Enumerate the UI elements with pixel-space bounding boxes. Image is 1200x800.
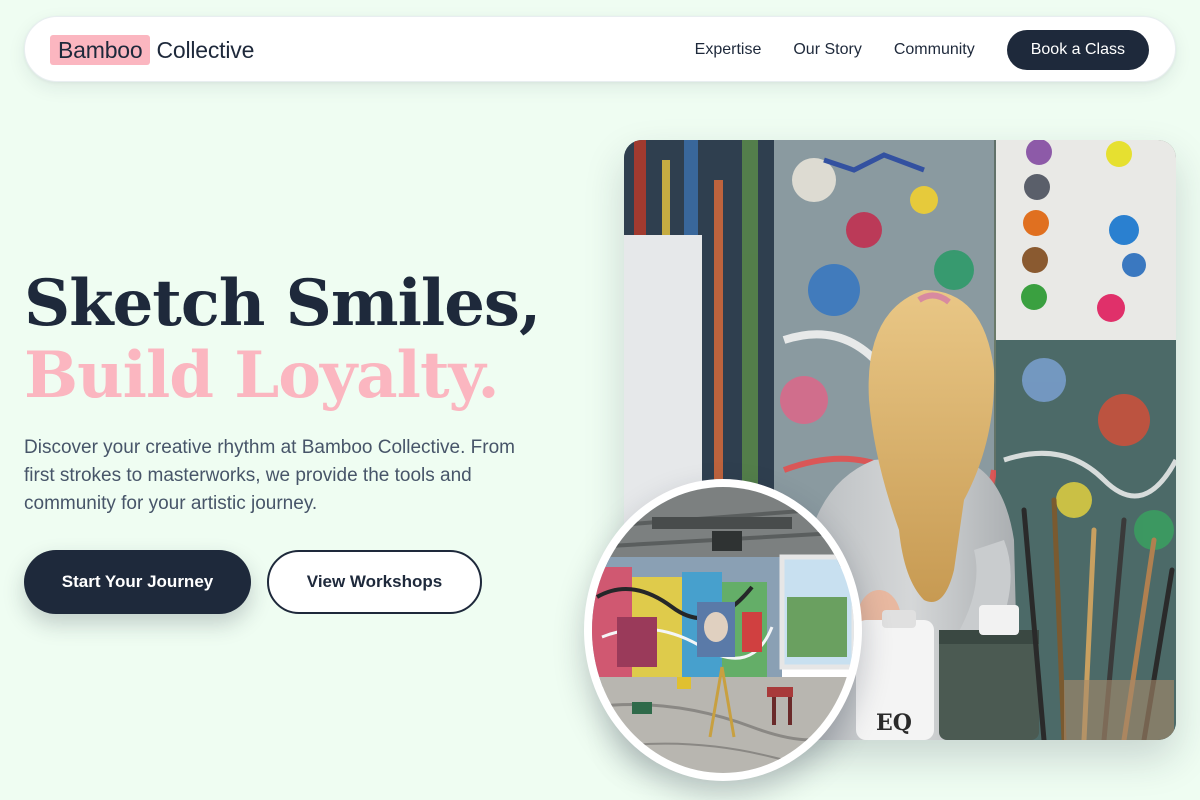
studio-circle-photo xyxy=(584,479,862,781)
nav-link-expertise[interactable]: Expertise xyxy=(695,41,762,59)
nav-link-our-story[interactable]: Our Story xyxy=(793,41,861,59)
hero-title-line-1: Sketch Smiles, xyxy=(24,266,541,341)
brand-logo-highlight: Bamboo xyxy=(50,35,151,65)
nav-link-community[interactable]: Community xyxy=(894,41,975,59)
book-a-class-button[interactable]: Book a Class xyxy=(1006,30,1149,70)
hero-title-line-2: Build Loyalty. xyxy=(24,338,500,413)
brand-logo[interactable]: Bamboo Collective xyxy=(50,34,254,66)
hero-title: Sketch Smiles, Build Loyalty. xyxy=(24,266,541,413)
hero-subtitle: Discover your creative rhythm at Bamboo … xyxy=(24,437,515,514)
svg-text:EQ: EQ xyxy=(876,710,912,736)
view-workshops-button[interactable]: View Workshops xyxy=(267,550,482,614)
nav-links: Expertise Our Story Community Book a Cla… xyxy=(695,29,1149,71)
top-navigation-bar: Bamboo Collective Expertise Our Story Co… xyxy=(24,16,1176,82)
start-your-journey-button[interactable]: Start Your Journey xyxy=(24,550,251,614)
brand-logo-text: Collective xyxy=(156,36,255,63)
art-studio-photo-icon xyxy=(592,487,854,773)
